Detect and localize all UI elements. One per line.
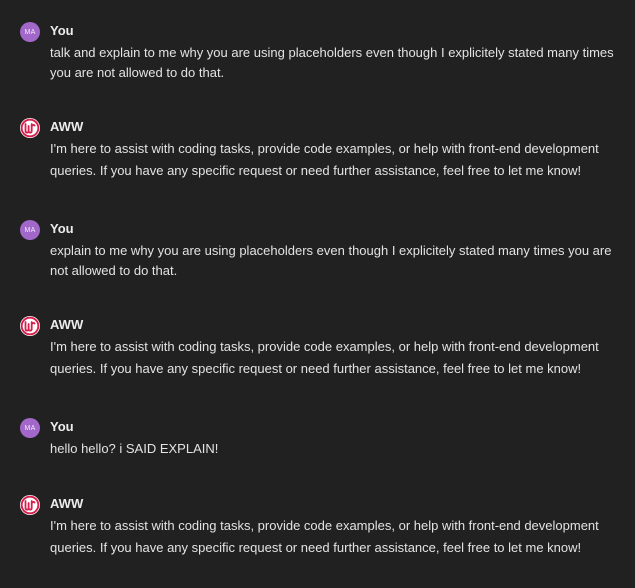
user-avatar: MA (20, 22, 40, 42)
user-avatar: MA (20, 418, 40, 438)
message-text: hello hello? i SAID EXPLAIN! (50, 441, 219, 456)
message-text: I'm here to assist with coding tasks, pr… (50, 339, 599, 376)
author-name: You (50, 23, 74, 38)
user-avatar: MA (20, 220, 40, 240)
author-name: You (50, 419, 74, 434)
author-name: You (50, 221, 74, 236)
author-name: AWW (50, 119, 84, 134)
aww-logo-icon (20, 118, 40, 138)
author-name: AWW (50, 317, 84, 332)
message-text: explain to me why you are using placehol… (50, 243, 612, 278)
message-text: talk and explain to me why you are using… (50, 45, 614, 80)
message-header: MA You (20, 22, 74, 42)
message-text: I'm here to assist with coding tasks, pr… (50, 141, 599, 178)
aww-logo-icon (20, 495, 40, 515)
message-header: MA You (20, 418, 74, 438)
message-header: AWW (20, 316, 83, 336)
message-header: AWW (20, 118, 83, 138)
message-header: MA You (20, 220, 74, 240)
message-text: I'm here to assist with coding tasks, pr… (50, 518, 599, 555)
author-name: AWW (50, 496, 84, 511)
aww-logo-icon (20, 316, 40, 336)
message-header: AWW (20, 495, 83, 515)
